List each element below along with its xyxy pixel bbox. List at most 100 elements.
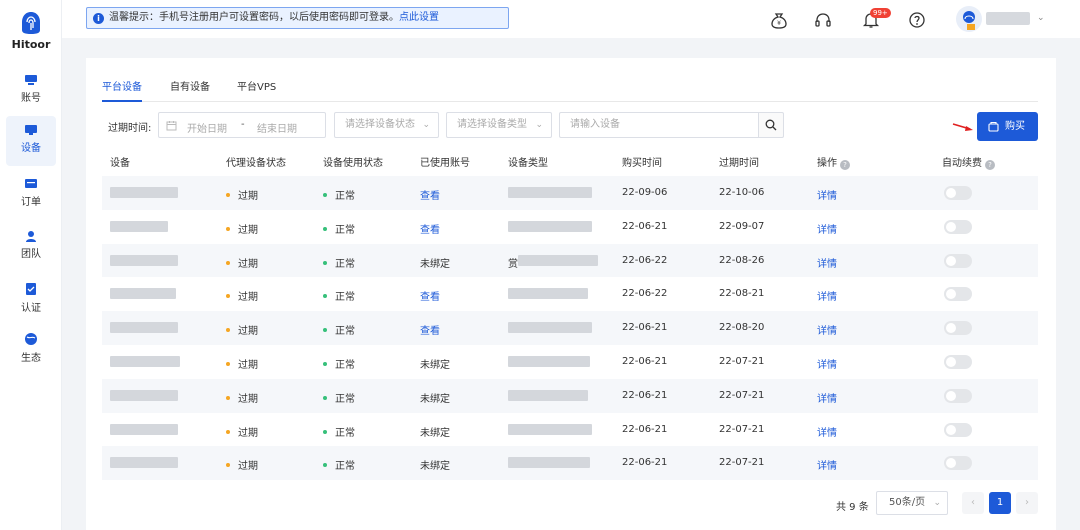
expire-time: 22-08-21 xyxy=(719,288,765,300)
use-status-text: 正常 xyxy=(335,224,355,236)
page-1-button[interactable]: 1 xyxy=(989,492,1011,514)
expired-status-dot xyxy=(226,429,230,434)
search-icon xyxy=(765,119,777,131)
auto-renew-toggle[interactable] xyxy=(944,186,972,200)
annotation-arrow-icon xyxy=(952,123,973,131)
view-account-link[interactable]: 查看 xyxy=(420,221,440,236)
auto-renew-toggle[interactable] xyxy=(944,456,972,471)
device-id-redacted xyxy=(110,254,178,266)
use-status-text: 正常 xyxy=(335,427,355,439)
device-type-select[interactable]: 请选择设备类型 ⌄ xyxy=(446,112,552,138)
details-link[interactable]: 详情 xyxy=(817,424,837,439)
view-account-link[interactable]: 查看 xyxy=(420,288,440,303)
view-account-link[interactable]: 查看 xyxy=(420,322,440,337)
buy-time: 22-06-22 xyxy=(622,288,668,300)
sidebar-item-device[interactable]: 设备 xyxy=(6,116,56,166)
logo[interactable]: Hitoor xyxy=(0,10,62,51)
help-icon[interactable]: ? xyxy=(985,160,995,170)
expired-status-dot xyxy=(226,362,230,366)
sidebar: Hitoor 账号 设备 订单 团队 认证 生态 xyxy=(0,0,62,530)
col-actions: 操作? xyxy=(817,154,850,170)
normal-status-dot xyxy=(323,328,327,333)
auto-renew-toggle[interactable] xyxy=(944,355,972,369)
avatar[interactable] xyxy=(956,6,982,32)
device-search-input[interactable]: 请输入设备 xyxy=(559,112,758,138)
details-link[interactable]: 详情 xyxy=(817,221,837,236)
table-row: 过期 正常 未绑定 22-06-21 22-07-21 详情 xyxy=(102,412,1038,447)
proxy-status: 过期 xyxy=(226,288,258,303)
proxy-status-text: 过期 xyxy=(238,326,258,338)
auto-renew-toggle[interactable] xyxy=(944,219,972,234)
notice-link[interactable]: 点此设置 xyxy=(399,12,439,23)
headset-icon[interactable] xyxy=(814,11,832,29)
use-status: 正常 xyxy=(323,390,355,405)
expired-status-dot xyxy=(226,463,230,468)
details-link[interactable]: 详情 xyxy=(817,457,837,472)
use-status-text: 正常 xyxy=(335,393,355,405)
use-status: 正常 xyxy=(323,424,355,439)
use-status: 正常 xyxy=(323,187,355,202)
date-separator: - xyxy=(241,119,245,130)
table-row: 过期 正常 未绑定 赏 22-06-22 22-08-26 详情 xyxy=(102,243,1038,278)
details-link[interactable]: 详情 xyxy=(817,187,837,202)
device-id-redacted xyxy=(110,457,178,469)
details-link[interactable]: 详情 xyxy=(817,390,837,405)
auto-renew-toggle[interactable] xyxy=(944,253,972,268)
device-type-redacted xyxy=(508,389,588,401)
use-status-text: 正常 xyxy=(335,461,355,473)
details-link[interactable]: 详情 xyxy=(817,322,837,337)
auto-renew-toggle[interactable] xyxy=(944,422,972,437)
date-range-picker[interactable]: 开始日期 - 结束日期 xyxy=(158,112,326,138)
sidebar-item-ecosystem[interactable]: 生态 xyxy=(6,324,56,374)
table-row: 过期 正常 查看 22-06-21 22-09-07 详情 xyxy=(102,209,1038,244)
chevron-down-icon[interactable]: ⌄ xyxy=(1037,13,1045,23)
sidebar-item-order[interactable]: 订单 xyxy=(6,170,56,220)
account-unbound: 未绑定 xyxy=(420,393,450,405)
normal-status-dot xyxy=(323,463,327,468)
help-icon[interactable]: ? xyxy=(840,160,850,170)
money-bag-icon[interactable]: ¥ xyxy=(770,11,788,29)
verify-icon xyxy=(26,283,36,295)
sidebar-item-team[interactable]: 团队 xyxy=(6,222,56,272)
proxy-status-text: 过期 xyxy=(238,360,258,371)
account-unbound: 未绑定 xyxy=(420,461,450,473)
buy-button[interactable]: 购买 xyxy=(977,112,1038,141)
chevron-down-icon: ⌄ xyxy=(933,498,941,508)
buy-time: 22-06-21 xyxy=(622,389,668,401)
proxy-status-text: 过期 xyxy=(238,292,258,304)
details-link[interactable]: 详情 xyxy=(817,255,837,270)
page-size-select[interactable]: 50条/页 ⌄ xyxy=(876,491,948,515)
sidebar-item-account[interactable]: 账号 xyxy=(6,66,56,116)
tab-own-devices[interactable]: 自有设备 xyxy=(170,78,210,93)
device-id-redacted xyxy=(110,288,176,300)
auto-renew-toggle[interactable] xyxy=(944,321,972,336)
active-tab-indicator xyxy=(102,100,142,102)
help-icon[interactable] xyxy=(908,11,926,29)
expire-time: 22-07-21 xyxy=(719,389,765,401)
user-name-redacted[interactable] xyxy=(986,12,1030,25)
prev-page-button[interactable]: ‹ xyxy=(962,492,984,514)
device-panel: 平台设备 自有设备 平台VPS 过期时间: 开始日期 - 结束日期 请选择设备状… xyxy=(86,58,1056,530)
view-account-link[interactable]: 查看 xyxy=(420,187,440,202)
use-status: 正常 xyxy=(323,288,355,303)
device-id-redacted xyxy=(110,356,180,367)
next-page-button[interactable]: › xyxy=(1016,492,1038,514)
auto-renew-toggle[interactable] xyxy=(944,287,972,302)
search-button[interactable] xyxy=(758,112,784,138)
sidebar-item-verify[interactable]: 认证 xyxy=(6,274,56,324)
expire-time: 22-08-26 xyxy=(719,254,765,266)
table-row: 过期 正常 未绑定 22-06-21 22-07-21 详情 xyxy=(102,345,1038,379)
details-link[interactable]: 详情 xyxy=(817,356,837,371)
proxy-status: 过期 xyxy=(226,390,258,405)
buy-button-label: 购买 xyxy=(1005,121,1025,132)
device-status-select[interactable]: 请选择设备状态 ⌄ xyxy=(334,112,439,138)
tab-platform-vps[interactable]: 平台VPS xyxy=(237,78,276,93)
auto-renew-toggle[interactable] xyxy=(944,388,972,403)
normal-status-dot xyxy=(323,362,327,366)
tab-platform-devices[interactable]: 平台设备 xyxy=(102,78,142,93)
buy-time: 22-06-21 xyxy=(622,220,668,232)
table-row: 过期 正常 未绑定 22-06-21 22-07-21 详情 xyxy=(102,378,1038,413)
details-link[interactable]: 详情 xyxy=(817,288,837,303)
date-from-placeholder: 开始日期 xyxy=(187,124,227,135)
device-type-redacted xyxy=(518,254,598,266)
